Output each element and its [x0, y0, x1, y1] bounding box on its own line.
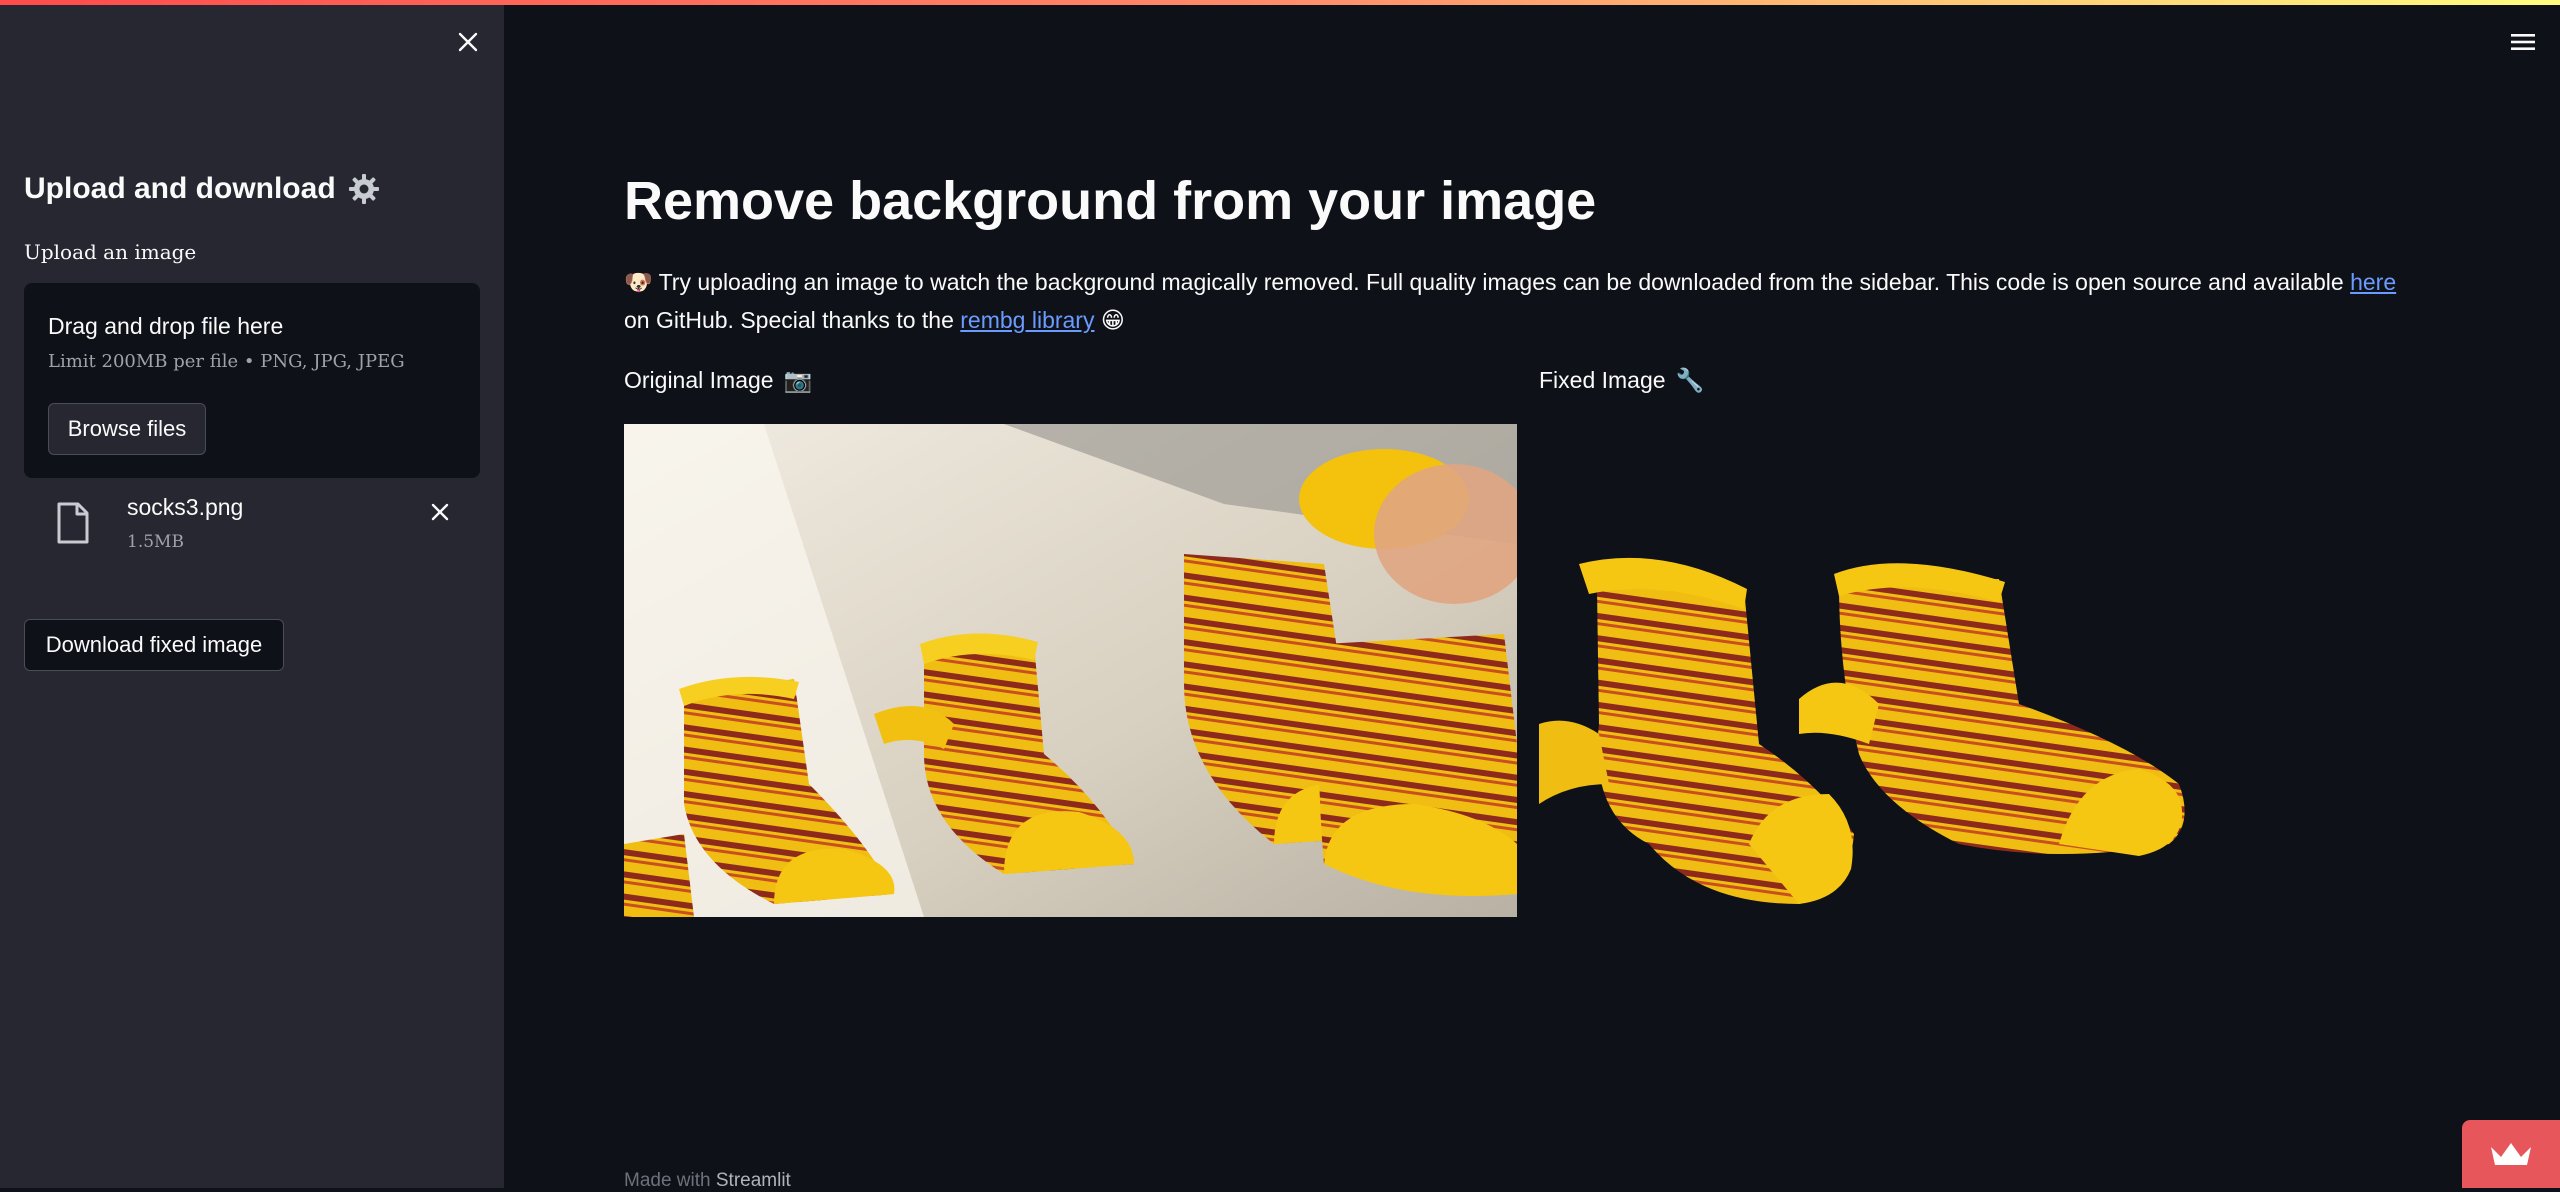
fixed-image-label: Fixed Image: [1539, 367, 1666, 393]
sidebar-title: Upload and download: [24, 172, 380, 206]
hamburger-menu-icon[interactable]: [2508, 30, 2538, 54]
file-dropzone[interactable]: Drag and drop file here Limit 200MB per …: [24, 283, 480, 478]
uploaded-file-item: socks3.png 1.5MB: [24, 492, 480, 560]
close-icon: [431, 503, 449, 521]
close-icon: [458, 32, 478, 52]
sidebar: Upload and download Upload an image Drag…: [0, 0, 504, 1188]
crown-icon: [2491, 1143, 2531, 1165]
streamlit-badge[interactable]: [2462, 1120, 2560, 1188]
github-link[interactable]: here: [2350, 269, 2396, 295]
fixed-image-graphic: [1539, 557, 2185, 904]
intro-paragraph: 🐶 Try uploading an image to watch the ba…: [624, 263, 2404, 339]
remove-file-button[interactable]: [424, 496, 456, 528]
file-icon: [57, 502, 89, 544]
intro-text-3: 😁: [1094, 307, 1125, 333]
footer: Made with Streamlit: [624, 1170, 791, 1192]
wrench-emoji: 🔧: [1675, 367, 1705, 393]
original-image-heading: Original Image 📷: [624, 367, 812, 394]
download-fixed-image-button[interactable]: Download fixed image: [24, 619, 284, 671]
dropzone-title: Drag and drop file here: [48, 313, 284, 339]
dropzone-limit: Limit 200MB per file • PNG, JPG, JPEG: [48, 351, 405, 372]
camera-emoji: 📷: [783, 367, 813, 393]
intro-text-1: Try uploading an image to watch the back…: [652, 269, 2351, 295]
browse-files-button[interactable]: Browse files: [48, 403, 206, 455]
top-decoration-bar: [0, 0, 2560, 5]
original-image: [624, 424, 1517, 917]
intro-text-2: on GitHub. Special thanks to the: [624, 307, 961, 333]
original-image-label: Original Image: [624, 367, 774, 393]
gear-icon: [348, 174, 379, 204]
page-title: Remove background from your image: [624, 171, 1597, 231]
file-size: 1.5MB: [127, 532, 184, 552]
sidebar-close-button[interactable]: [452, 26, 484, 58]
file-name: socks3.png: [127, 494, 244, 520]
fixed-image-heading: Fixed Image 🔧: [1539, 367, 1704, 394]
rembg-library-link[interactable]: rembg library: [960, 307, 1094, 333]
fixed-image: [1539, 424, 2432, 917]
original-image-graphic: [624, 424, 1517, 917]
sidebar-title-text: Upload and download: [24, 172, 336, 205]
dog-emoji: 🐶: [624, 269, 653, 295]
upload-label: Upload an image: [24, 240, 197, 264]
